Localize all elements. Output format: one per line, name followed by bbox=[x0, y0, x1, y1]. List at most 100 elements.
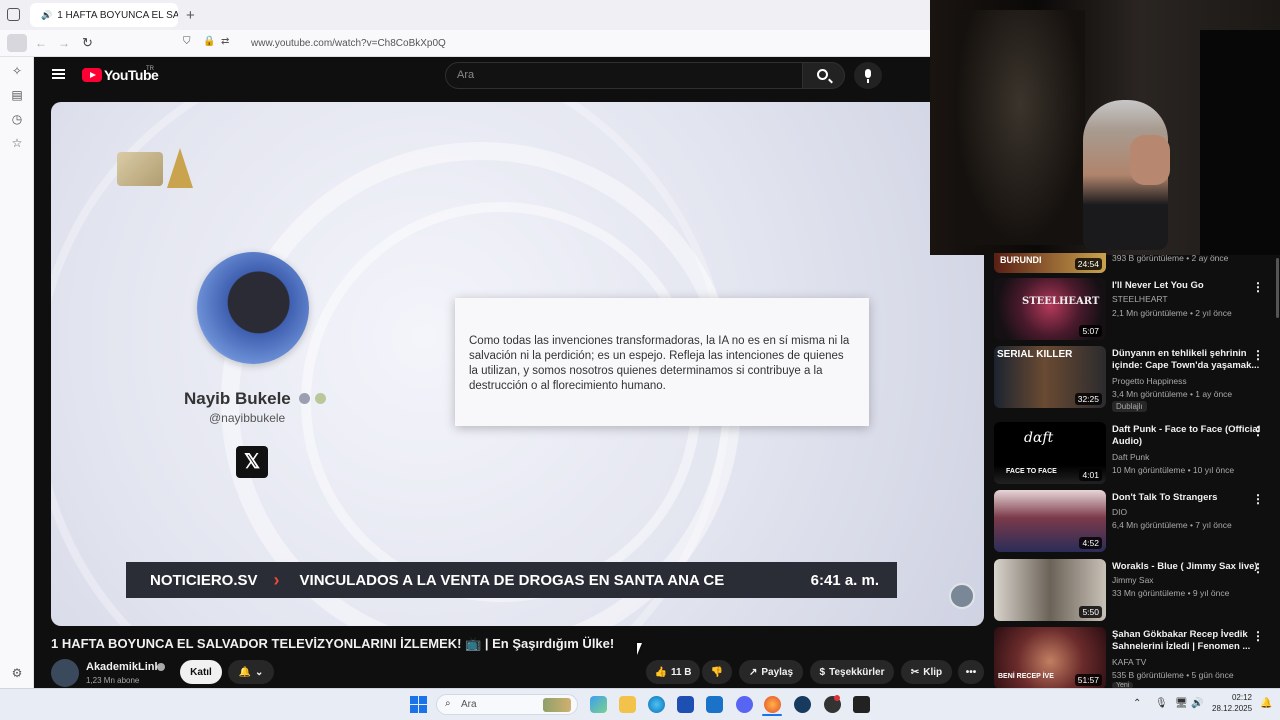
channel-branding-icon[interactable] bbox=[949, 583, 975, 609]
tab-overview-icon[interactable] bbox=[7, 8, 20, 21]
synced-tabs-icon[interactable]: ▤ bbox=[9, 87, 25, 103]
url-field[interactable]: www.youtube.com/watch?v=Ch8CoBkXp0Q bbox=[251, 38, 446, 49]
clip-label: Klip bbox=[923, 666, 943, 678]
chevron-down-icon: ⌄ bbox=[255, 666, 264, 678]
video-title[interactable]: Don't Talk To Strangers bbox=[1112, 492, 1262, 504]
video-title[interactable]: Dünyanın en tehlikeli şehrinin içinde: C… bbox=[1112, 348, 1262, 372]
video-title[interactable]: Daft Punk - Face to Face (Official Audio… bbox=[1112, 424, 1262, 448]
forward-icon[interactable]: → bbox=[58, 36, 70, 50]
recommendation-item[interactable]: BENİ RECEP İVE 51:57 Şahan Gökbakar Rece… bbox=[994, 627, 1274, 689]
sidebar-scrollbar[interactable] bbox=[1276, 258, 1279, 318]
search-input[interactable]: Ara bbox=[445, 62, 803, 89]
back-icon[interactable]: ← bbox=[35, 36, 47, 50]
video-thumbnail[interactable]: BENİ RECEP İVE 51:57 bbox=[994, 627, 1106, 689]
more-options-icon[interactable]: ⋮ bbox=[1252, 492, 1264, 506]
shield-icon[interactable]: ⛉ bbox=[183, 36, 191, 47]
video-title[interactable]: I'll Never Let You Go bbox=[1112, 280, 1262, 292]
video-meta: 10 Mn görüntüleme • 10 yıl önce bbox=[1112, 465, 1235, 475]
channel-name[interactable]: Jimmy Sax bbox=[1112, 575, 1154, 585]
thumbnail-text: STEELHEART bbox=[1022, 296, 1100, 307]
more-options-icon[interactable]: ⋮ bbox=[1252, 280, 1264, 294]
channel-name[interactable]: AkademikLink bbox=[86, 661, 161, 673]
recommendation-item[interactable]: 4:52 Don't Talk To Strangers DIO 6,4 Mn … bbox=[994, 490, 1274, 552]
like-button[interactable]: 👍 11 B bbox=[646, 660, 700, 684]
notifications-button[interactable]: 🔔 ⌄ bbox=[228, 660, 274, 684]
video-meta: 3,4 Mn görüntüleme • 1 ay önce bbox=[1112, 389, 1233, 399]
volume-icon[interactable]: 🔊 bbox=[1191, 698, 1203, 709]
video-title[interactable]: Worakls - Blue ( Jimmy Sax live) bbox=[1112, 561, 1262, 573]
ai-chat-icon[interactable]: ✧ bbox=[9, 63, 25, 79]
lock-icon[interactable]: 🔒 bbox=[203, 36, 215, 47]
video-thumbnail[interactable]: 5:50 bbox=[994, 559, 1106, 621]
file-explorer-icon[interactable] bbox=[619, 696, 636, 713]
share-label: Paylaş bbox=[761, 666, 794, 678]
notification-bell-icon[interactable]: 🔔 bbox=[1260, 698, 1272, 709]
voice-search-button[interactable] bbox=[854, 62, 882, 89]
quote-card: Como todas las invenciones transformador… bbox=[455, 298, 869, 426]
share-icon: ↗ bbox=[748, 666, 758, 678]
steam-app-icon[interactable] bbox=[794, 696, 811, 713]
widgets-app-icon[interactable] bbox=[590, 696, 607, 713]
youtube-logo-icon[interactable] bbox=[82, 68, 102, 82]
outlook-app-icon[interactable] bbox=[706, 696, 723, 713]
more-options-icon[interactable]: ⋮ bbox=[1252, 629, 1264, 643]
dislike-button[interactable]: 👎 bbox=[702, 660, 732, 684]
search-button[interactable] bbox=[803, 62, 845, 89]
recommendation-item[interactable]: dɑft FACE TO FACE 4:01 Daft Punk - Face … bbox=[994, 422, 1274, 484]
thumbnail-text: SERIAL KILLER bbox=[997, 349, 1073, 360]
more-options-icon[interactable]: ⋮ bbox=[1252, 348, 1264, 362]
clock-time[interactable]: 02:12 bbox=[1228, 693, 1252, 702]
channel-name[interactable]: Daft Punk bbox=[1112, 452, 1149, 462]
discord-app-icon[interactable] bbox=[736, 696, 753, 713]
recommendation-item[interactable]: 5:50 Worakls - Blue ( Jimmy Sax live) Ji… bbox=[994, 559, 1274, 621]
share-button[interactable]: ↗ Paylaş bbox=[739, 660, 803, 684]
profile-handle: @nayibbukele bbox=[209, 411, 286, 425]
bookmarks-icon[interactable]: ☆ bbox=[9, 135, 25, 151]
settings-gear-icon[interactable]: ⚙ bbox=[9, 665, 25, 681]
video-thumbnail[interactable]: STEELHEART 5:07 bbox=[994, 278, 1106, 340]
recommendation-item[interactable]: STEELHEART 5:07 I'll Never Let You Go ST… bbox=[994, 278, 1274, 340]
channel-watermark-logo bbox=[117, 152, 163, 186]
network-icon[interactable]: 🖥 bbox=[1175, 698, 1188, 709]
thumbs-down-icon: 👎 bbox=[710, 666, 724, 678]
reload-icon[interactable]: ↻ bbox=[82, 35, 93, 51]
video-thumbnail[interactable]: BURUNDI 24:54 bbox=[994, 253, 1106, 273]
join-button[interactable]: Katıl bbox=[180, 660, 222, 684]
epic-games-icon[interactable] bbox=[853, 696, 870, 713]
video-title[interactable]: Şahan Gökbakar Recep İvedik Sahnelerini … bbox=[1112, 629, 1262, 653]
channel-avatar[interactable] bbox=[51, 659, 79, 687]
sidebar-toggle-button[interactable] bbox=[7, 34, 27, 52]
edge-browser-icon[interactable] bbox=[648, 696, 665, 713]
channel-name[interactable]: Progetto Happiness bbox=[1112, 376, 1187, 386]
video-thumbnail[interactable]: 4:52 bbox=[994, 490, 1106, 552]
more-options-icon[interactable]: ⋮ bbox=[1252, 424, 1264, 438]
tray-overflow-icon[interactable]: ⌃ bbox=[1133, 698, 1141, 709]
more-options-icon[interactable]: ⋮ bbox=[1252, 561, 1264, 575]
ticker-text: VINCULADOS A LA VENTA DE DROGAS EN SANTA… bbox=[299, 571, 725, 589]
notification-dot-icon bbox=[834, 695, 840, 701]
video-thumbnail[interactable]: dɑft FACE TO FACE 4:01 bbox=[994, 422, 1106, 484]
store-app-icon[interactable] bbox=[677, 696, 694, 713]
thanks-button[interactable]: $ Teşekkürler bbox=[810, 660, 894, 684]
more-actions-button[interactable]: ••• bbox=[958, 660, 984, 684]
recommendation-item[interactable]: SERIAL KILLER 32:25 Dünyanın en tehlikel… bbox=[994, 346, 1274, 412]
clip-button[interactable]: ✂ Klip bbox=[901, 660, 952, 684]
menu-icon[interactable] bbox=[52, 69, 65, 71]
permissions-icon[interactable]: ⇄ bbox=[221, 36, 229, 47]
taskbar-search[interactable]: ⌕ Ara bbox=[436, 694, 578, 715]
profile-avatar bbox=[197, 252, 309, 364]
new-tab-button[interactable]: + bbox=[186, 7, 195, 24]
ticker-source: NOTICIERO.SV bbox=[150, 571, 258, 589]
windows-start-icon[interactable] bbox=[410, 696, 427, 713]
browser-tab[interactable]: 🔊 1 HAFTA BOYUNCA EL SALV ✕ bbox=[30, 3, 178, 27]
recommendation-item[interactable]: BURUNDI 24:54 393 B görüntüleme • 2 ay ö… bbox=[994, 253, 1274, 273]
microphone-tray-icon[interactable]: 🎙 bbox=[1155, 698, 1168, 709]
channel-name[interactable]: KAFA TV bbox=[1112, 657, 1146, 667]
firefox-app-icon[interactable] bbox=[764, 696, 781, 713]
channel-name[interactable]: STEELHEART bbox=[1112, 294, 1168, 304]
history-icon[interactable]: ◷ bbox=[9, 111, 25, 127]
channel-name[interactable]: DIO bbox=[1112, 507, 1127, 517]
clock-date[interactable]: 28.12.2025 bbox=[1212, 704, 1252, 713]
video-thumbnail[interactable]: SERIAL KILLER 32:25 bbox=[994, 346, 1106, 408]
video-title: 1 HAFTA BOYUNCA EL SALVADOR TELEVİZYONLA… bbox=[51, 636, 615, 651]
